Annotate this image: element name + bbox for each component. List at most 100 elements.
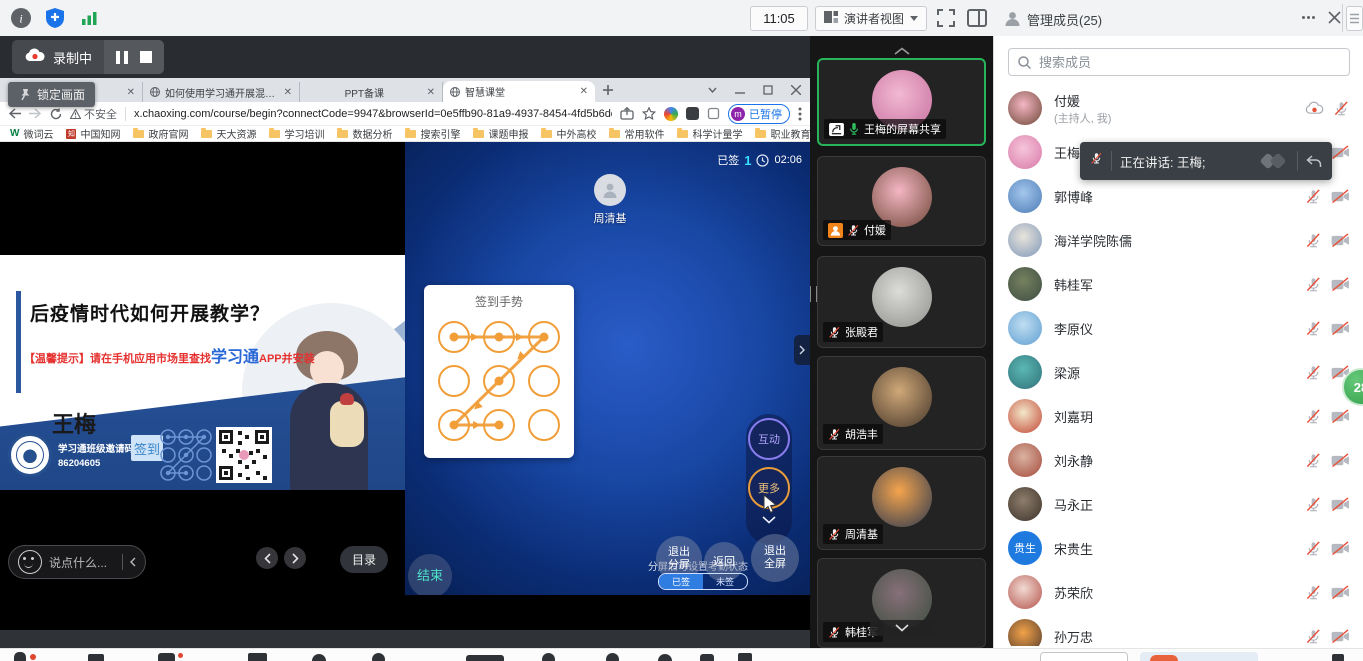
site-security-indicator[interactable]: 不安全 [70,106,117,122]
new-tab-icon[interactable] [595,78,621,102]
mic-muted-icon[interactable] [1333,100,1350,117]
member-row[interactable]: 付媛 (主持人, 我) [994,86,1363,130]
camera-muted-icon[interactable] [1331,497,1350,512]
share-page-icon[interactable] [620,107,634,120]
mic-muted-icon[interactable] [1305,276,1322,293]
side-panel-toggle-icon[interactable] [966,8,988,33]
column-resize-handle[interactable] [810,286,817,302]
camera-muted-icon[interactable] [1331,453,1350,468]
collapse-rail-chevron-icon[interactable] [762,516,776,524]
emoji-icon[interactable] [18,550,42,574]
mic-muted-icon[interactable] [1305,188,1322,205]
camera-muted-icon[interactable] [1331,145,1350,160]
camera-muted-icon[interactable] [1331,277,1350,292]
bookmark-item[interactable]: 知中国知网 [66,126,120,141]
view-mode-dropdown[interactable]: 演讲者视图 [815,6,927,31]
close-tab-icon[interactable]: ✕ [127,87,135,98]
camera-muted-icon[interactable] [1331,629,1350,644]
bookmark-item[interactable]: 数据分析 [337,126,392,141]
mic-muted-icon[interactable] [1305,628,1322,645]
end-checkin-button[interactable]: 结束 [408,554,452,595]
participant-tile[interactable]: 付媛 [817,156,986,246]
mic-muted-icon[interactable] [1305,232,1322,249]
network-signal-icon[interactable] [78,7,100,34]
bookmark-star-icon[interactable] [642,107,656,120]
bookmark-item[interactable]: 学习培训 [269,126,324,141]
bookmark-item[interactable]: 科学计量学 [677,126,742,141]
panel-footer-button-partial[interactable] [1040,652,1128,661]
prev-slide-button[interactable] [256,547,278,569]
restore-window-icon[interactable] [754,78,782,102]
member-row[interactable]: 孙万忠 [994,614,1363,646]
minimize-window-icon[interactable] [726,78,754,102]
interact-button[interactable]: 互动 [748,418,790,460]
drag-handle-icon[interactable] [1346,6,1363,31]
bookmark-item[interactable]: 职业教育 [755,126,810,141]
camera-muted-icon[interactable] [1331,321,1350,336]
close-panel-icon[interactable] [1328,11,1341,29]
member-row[interactable]: 马永正 [994,482,1363,526]
filter-signed[interactable]: 已签 [659,574,703,589]
participant-tile[interactable]: 周清基 [817,456,986,550]
scroll-down-chevron-icon[interactable] [870,620,934,636]
fullscreen-icon[interactable] [936,8,956,33]
filter-unsigned[interactable]: 未签 [703,574,747,589]
camera-muted-icon[interactable] [1331,189,1350,204]
close-window-icon[interactable] [782,78,810,102]
mic-muted-icon[interactable] [1305,584,1322,601]
member-row[interactable]: 李原仪 [994,306,1363,350]
participant-tile[interactable]: 张殿君 [817,256,986,348]
tab-search-chevron-icon[interactable] [698,78,726,102]
mic-muted-icon[interactable] [1305,496,1322,513]
chat-input-pill[interactable]: 说点什么... [8,545,146,579]
back-icon[interactable] [8,108,21,119]
collapse-chat-chevron-icon[interactable] [130,557,136,567]
member-row[interactable]: 韩桂军 [994,262,1363,306]
panel-footer-button-partial[interactable] [1140,652,1258,661]
close-tab-icon[interactable]: ✕ [284,87,292,98]
browser-tab[interactable]: PPT备课 ✕ [300,82,443,102]
mic-muted-icon[interactable] [1305,452,1322,469]
camera-muted-icon[interactable] [1331,585,1350,600]
mic-muted-icon[interactable] [1305,320,1322,337]
participant-tile[interactable]: 胡浩丰 [817,356,986,450]
mic-muted-icon[interactable] [1305,364,1322,381]
close-tab-icon[interactable]: ✕ [580,86,588,97]
close-tab-icon[interactable]: ✕ [427,87,435,98]
bookmark-item[interactable]: 天大资源 [201,126,256,141]
forward-icon[interactable] [29,108,42,119]
next-slide-button[interactable] [284,547,306,569]
camera-muted-icon[interactable] [1331,541,1350,556]
member-row[interactable]: 郭博峰 [994,174,1363,218]
shield-protect-icon[interactable] [44,7,66,34]
profile-paused-badge[interactable]: m 已暂停 [728,104,790,124]
reply-arrow-icon[interactable] [1306,155,1322,168]
bookmark-item[interactable]: 中外高校 [541,126,596,141]
bookmark-item[interactable]: 常用软件 [609,126,664,141]
member-row[interactable]: 刘嘉玥 [994,394,1363,438]
mic-muted-icon[interactable] [1305,408,1322,425]
mic-muted-icon[interactable] [1305,540,1322,557]
info-icon[interactable]: i [10,7,32,34]
extension-dark-icon[interactable] [686,107,699,120]
bookmark-item[interactable]: 课题申报 [473,126,528,141]
signed-filter-toggle[interactable]: 已签 未签 [658,573,748,590]
extensions-icon[interactable] [707,107,720,120]
browser-tab-active[interactable]: 智慧课堂 ✕ [443,81,595,102]
gesture-pattern[interactable] [424,310,574,455]
more-options-icon[interactable] [1302,16,1315,19]
pause-recording-button[interactable] [116,51,128,64]
browser-menu-kebab-icon[interactable] [798,107,802,121]
camera-muted-icon[interactable] [1331,233,1350,248]
search-input[interactable] [1037,54,1340,71]
toc-button[interactable]: 目录 [340,546,388,573]
browser-tab[interactable]: 如何使用学习通开展混合式教学 ✕ [143,82,300,102]
panel-collapse-handle[interactable] [794,335,810,365]
stop-recording-button[interactable] [140,51,152,63]
bookmark-item[interactable]: 搜索引擎 [405,126,460,141]
reload-icon[interactable] [50,108,62,120]
member-row[interactable]: 苏荣欣 [994,570,1363,614]
exit-fullscreen-button[interactable]: 退出全屏 [751,534,799,582]
member-row[interactable]: 刘永静 [994,438,1363,482]
bookmark-item[interactable]: W微词云 [10,126,53,141]
